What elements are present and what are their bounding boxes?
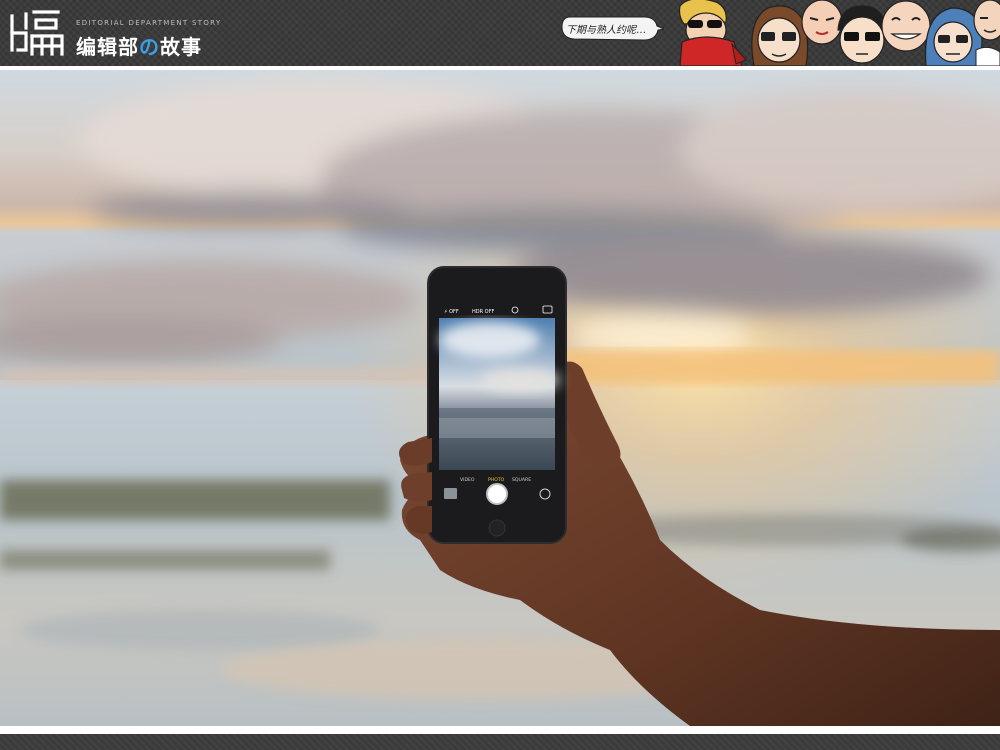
logo-subtitle: EDITORIAL DEPARTMENT STORY	[76, 19, 222, 27]
phone-hdr-label: HDR OFF	[472, 309, 494, 315]
phone-flash-label: ⚡ OFF	[444, 309, 459, 315]
logo-title: 编辑部の故事	[76, 31, 202, 60]
logo-mark-icon	[10, 10, 64, 56]
character-4	[837, 5, 887, 64]
character-3	[801, 0, 843, 45]
cartoon-faces-icon	[678, 0, 1000, 66]
site-footer-bar	[0, 734, 1000, 750]
thumbnail-preview	[444, 488, 457, 499]
shutter-button	[486, 483, 508, 505]
character-1	[678, 0, 747, 66]
logo-title-part1: 编辑部	[76, 35, 139, 59]
mode-square: SQUARE	[512, 477, 531, 483]
site-header: EDITORIAL DEPARTMENT STORY 编辑部の故事 下期与熟人约…	[0, 0, 1000, 66]
beach-sunset-photo: ⚡ OFF HDR OFF VIDEO PHOTO SQUARE	[0, 70, 1000, 726]
logo-title-part2: 故事	[160, 35, 202, 59]
home-button	[488, 519, 506, 537]
logo-title-accent: の	[139, 35, 160, 59]
phone: ⚡ OFF HDR OFF VIDEO PHOTO SQUARE	[427, 266, 567, 544]
speech-bubble-text: 下期与熟人约呢…	[566, 25, 646, 36]
character-6	[924, 7, 983, 66]
character-7	[973, 0, 1000, 66]
mode-video: VIDEO	[460, 477, 475, 483]
mode-photo: PHOTO	[488, 477, 505, 483]
character-5	[881, 0, 931, 52]
character-2	[751, 5, 809, 66]
